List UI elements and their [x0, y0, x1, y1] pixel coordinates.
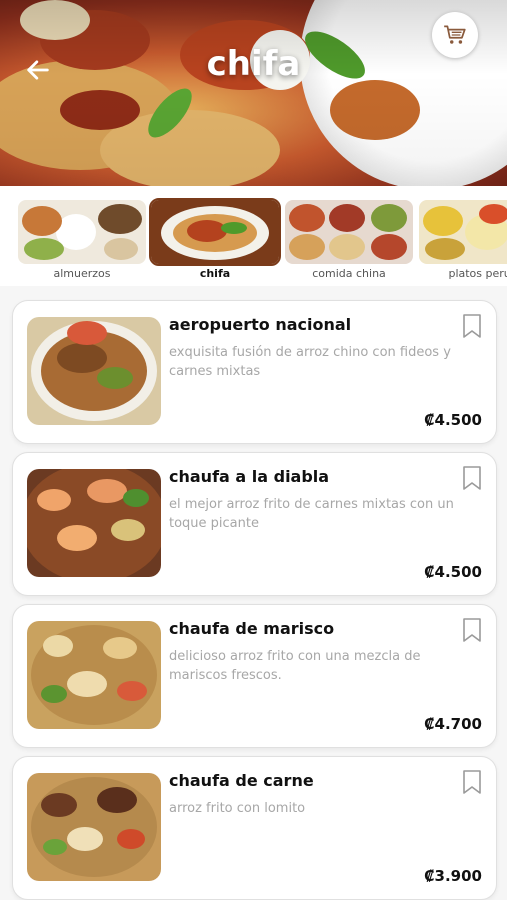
item-price: ₡4.500 [424, 563, 482, 581]
item-description: exquisita fusión de arroz chino con fide… [169, 345, 451, 379]
dish-image [27, 317, 161, 425]
menu-item-card[interactable]: aeropuerto nacional exquisita fusión de … [12, 300, 497, 444]
hero-banner: chifa [0, 0, 507, 186]
item-name: chaufa de marisco [169, 619, 335, 638]
category-label: almuerzos [53, 267, 111, 280]
category-label: chifa [199, 267, 231, 280]
cart-button[interactable] [432, 12, 478, 58]
category-almuerzos[interactable]: almuerzos [18, 200, 146, 280]
item-name: chaufa a la diabla [169, 467, 330, 486]
category-chifa[interactable]: chifa [149, 198, 281, 280]
menu-item-card[interactable]: chaufa de carne arroz frito con lomito ₡… [12, 756, 497, 900]
category-image [419, 200, 507, 264]
item-price: ₡4.700 [424, 715, 482, 733]
menu-item-card[interactable]: chaufa de marisco delicioso arroz frito … [12, 604, 497, 748]
category-platos-peruanos[interactable]: platos perua [419, 200, 507, 280]
item-name: aeropuerto nacional [169, 315, 352, 334]
bookmark-icon[interactable] [462, 313, 482, 339]
category-label: comida china [312, 267, 386, 280]
item-description: delicioso arroz frito con una mezcla de … [169, 649, 421, 683]
bookmark-icon[interactable] [462, 769, 482, 795]
bookmark-icon[interactable] [462, 465, 482, 491]
dish-image [27, 469, 161, 577]
item-description: arroz frito con lomito [169, 801, 306, 816]
category-image [149, 198, 281, 266]
item-price: ₡3.900 [424, 867, 482, 885]
category-comida-china[interactable]: comida china [285, 200, 413, 280]
item-price: ₡4.500 [424, 411, 482, 429]
dish-image [27, 773, 161, 881]
item-description: el mejor arroz frito de carnes mixtas co… [169, 497, 454, 531]
item-name: chaufa de carne [169, 771, 314, 790]
category-image [285, 200, 413, 264]
page-title: chifa [206, 44, 301, 84]
shopping-cart-icon [444, 25, 466, 44]
bookmark-icon[interactable] [462, 617, 482, 643]
category-carousel[interactable]: almuerzos chifa comida china platos peru… [0, 186, 507, 286]
category-label: platos perua [448, 267, 507, 280]
menu-item-card[interactable]: chaufa a la diabla el mejor arroz frito … [12, 452, 497, 596]
category-image [18, 200, 146, 264]
dish-image [27, 621, 161, 729]
